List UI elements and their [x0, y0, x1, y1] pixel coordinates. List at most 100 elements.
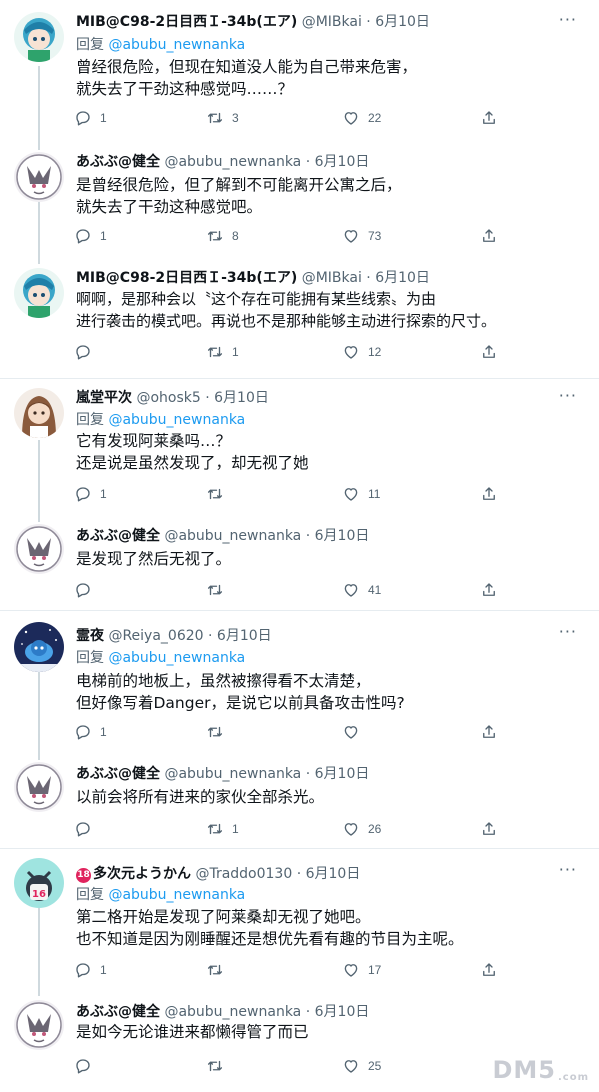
reply-to-link[interactable]: @abubu_newnanka	[108, 650, 245, 666]
handle[interactable]: @Reiya_0620	[108, 628, 203, 644]
like-button[interactable]: 22	[342, 108, 381, 128]
like-button[interactable]	[342, 722, 368, 742]
age-badge: 18	[76, 868, 91, 883]
avatar-abubu[interactable]	[14, 152, 64, 202]
retweet-button[interactable]: 1	[206, 342, 239, 362]
timestamp[interactable]: 6月10日	[315, 1004, 370, 1020]
share-button[interactable]	[480, 484, 498, 504]
avatar-traddo[interactable]: 16	[14, 858, 64, 908]
retweet-button[interactable]	[206, 580, 232, 600]
tweet[interactable]: MIB@C98-2日目西Ｉ-34b(エア) @MIBkai · 6月10日 ··…	[0, 0, 599, 140]
timestamp[interactable]: 6月10日	[217, 628, 272, 644]
like-count: 11	[368, 487, 381, 501]
share-button[interactable]	[480, 342, 498, 362]
reply-button[interactable]: 1	[74, 226, 107, 246]
timestamp[interactable]: 6月10日	[375, 270, 430, 286]
reply-button[interactable]: 1	[74, 722, 107, 742]
tweet[interactable]: 霊夜 @Reiya_0620 · 6月10日 ··· 回复 @abubu_new…	[0, 612, 599, 752]
display-name[interactable]: 霊夜	[76, 628, 104, 644]
reply-button[interactable]: 1	[74, 484, 107, 504]
timestamp[interactable]: 6月10日	[214, 390, 269, 406]
handle[interactable]: @ohosk5	[136, 390, 200, 406]
timestamp[interactable]: 6月10日	[315, 528, 370, 544]
display-name[interactable]: MIB@C98-2日目西Ｉ-34b(エア)	[76, 270, 297, 286]
like-button[interactable]: 26	[342, 819, 381, 839]
avatar-randou[interactable]	[14, 388, 64, 438]
share-button[interactable]	[480, 580, 498, 600]
display-name[interactable]: あぶぶ@健全	[76, 1004, 160, 1020]
handle[interactable]: @MIBkai	[302, 14, 362, 30]
handle[interactable]: @Traddo0130	[195, 866, 292, 882]
share-icon	[483, 822, 495, 835]
reply-prefix: 回复	[76, 887, 104, 903]
reply-to-link[interactable]: @abubu_newnanka	[108, 37, 245, 53]
tweet[interactable]: 嵐堂平次 @ohosk5 · 6月10日 ··· 回复 @abubu_newna…	[0, 378, 599, 512]
reply-to-link[interactable]: @abubu_newnanka	[108, 887, 245, 903]
timestamp[interactable]: 6月10日	[375, 14, 430, 30]
display-name[interactable]: 嵐堂平次	[76, 390, 132, 406]
reply-button[interactable]	[74, 580, 100, 600]
tweet-header: 霊夜 @Reiya_0620 · 6月10日	[76, 627, 272, 645]
retweet-button[interactable]	[206, 722, 232, 742]
avatar-reiya[interactable]	[14, 622, 64, 672]
display-name[interactable]: MIB@C98-2日目西Ｉ-34b(エア)	[76, 14, 297, 30]
like-button[interactable]: 11	[342, 484, 380, 504]
share-button[interactable]	[480, 960, 498, 980]
avatar-abubu[interactable]	[14, 762, 64, 812]
like-button[interactable]: 12	[342, 342, 381, 362]
tweet-header: あぶぶ@健全 @abubu_newnanka · 6月10日	[76, 153, 369, 171]
handle[interactable]: @abubu_newnanka	[164, 1004, 301, 1020]
tweet[interactable]: 16 18 多次元ようかん @Traddo0130 · 6月10日 ··· 回复 …	[0, 850, 599, 990]
more-icon[interactable]: ···	[559, 860, 577, 879]
tweet[interactable]: あぶぶ@健全 @abubu_newnanka · 6月10日 以前会将所有进来的…	[0, 752, 599, 848]
retweet-button[interactable]	[206, 484, 232, 504]
more-icon[interactable]: ···	[559, 386, 577, 405]
display-name[interactable]: あぶぶ@健全	[76, 528, 160, 544]
share-button[interactable]	[480, 226, 498, 246]
handle[interactable]: @abubu_newnanka	[164, 154, 301, 170]
retweet-button[interactable]	[206, 960, 232, 980]
timestamp[interactable]: 6月10日	[315, 154, 370, 170]
more-icon[interactable]: ···	[559, 622, 577, 641]
share-button[interactable]	[480, 819, 498, 839]
handle[interactable]: @MIBkai	[302, 270, 362, 286]
tweet[interactable]: あぶぶ@健全 @abubu_newnanka · 6月10日 是发现了然后无视了…	[0, 514, 599, 610]
like-button[interactable]: 17	[342, 960, 381, 980]
action-bar: 1	[74, 722, 504, 742]
reply-button[interactable]: 1	[74, 960, 107, 980]
handle[interactable]: @abubu_newnanka	[164, 766, 301, 782]
display-name[interactable]: 多次元ようかん	[93, 866, 191, 882]
reply-to: 回复 @abubu_newnanka	[76, 886, 245, 904]
reply-button[interactable]	[74, 1056, 100, 1076]
reply-button[interactable]	[74, 342, 100, 362]
timestamp[interactable]: 6月10日	[306, 866, 361, 882]
more-icon[interactable]: ···	[559, 10, 577, 29]
tweet[interactable]: あぶぶ@健全 @abubu_newnanka · 6月10日 是曾经很危险，但了…	[0, 140, 599, 264]
share-icon	[483, 487, 495, 500]
divider	[0, 848, 599, 849]
retweet-button[interactable]: 1	[206, 819, 239, 839]
retweet-button[interactable]: 3	[206, 108, 239, 128]
share-button[interactable]	[480, 722, 498, 742]
share-button[interactable]	[480, 108, 498, 128]
action-bar: 1 26	[74, 819, 504, 839]
like-button[interactable]: 25	[342, 1056, 381, 1076]
avatar-mib[interactable]	[14, 268, 64, 318]
avatar-abubu[interactable]	[14, 1000, 64, 1050]
avatar-mib[interactable]	[14, 12, 64, 62]
timestamp[interactable]: 6月10日	[315, 766, 370, 782]
reply-count: 1	[100, 111, 107, 125]
display-name[interactable]: あぶぶ@健全	[76, 766, 160, 782]
reply-icon	[76, 111, 90, 126]
reply-button[interactable]: 1	[74, 108, 107, 128]
retweet-button[interactable]	[206, 1056, 232, 1076]
handle[interactable]: @abubu_newnanka	[164, 528, 301, 544]
avatar-abubu[interactable]	[14, 524, 64, 574]
like-button[interactable]: 73	[342, 226, 381, 246]
reply-button[interactable]	[74, 819, 100, 839]
tweet[interactable]: MIB@C98-2日目西Ｉ-34b(エア) @MIBkai · 6月10日 啊啊…	[0, 256, 599, 378]
reply-to-link[interactable]: @abubu_newnanka	[108, 412, 245, 428]
like-button[interactable]: 41	[342, 580, 381, 600]
retweet-button[interactable]: 8	[206, 226, 239, 246]
display-name[interactable]: あぶぶ@健全	[76, 154, 160, 170]
